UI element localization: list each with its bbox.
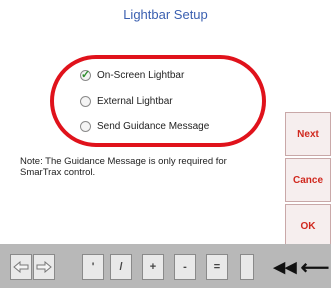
lightbar-setup-screen: Lightbar Setup On-Screen Lightbar Extern… bbox=[0, 0, 331, 288]
apostrophe-key[interactable]: ' bbox=[82, 254, 104, 280]
option-on-screen-lightbar[interactable]: On-Screen Lightbar bbox=[80, 67, 184, 83]
radio-unchecked-icon[interactable] bbox=[80, 120, 91, 132]
right-arrow-key[interactable] bbox=[33, 254, 55, 280]
next-button[interactable]: Next bbox=[285, 112, 331, 156]
ok-button[interactable]: OK bbox=[285, 204, 331, 248]
left-arrow-icon bbox=[13, 261, 29, 273]
back-all-key[interactable]: ◀◀ bbox=[272, 252, 298, 282]
cancel-button[interactable]: Cance bbox=[285, 158, 331, 202]
equals-key[interactable]: = bbox=[206, 254, 228, 280]
on-screen-keypad: ' / + - = ◀◀ ⟵ bbox=[0, 244, 331, 288]
guidance-note: Note: The Guidance Message is only requi… bbox=[20, 156, 227, 178]
blank-key[interactable] bbox=[240, 254, 254, 280]
page-title: Lightbar Setup bbox=[123, 7, 208, 22]
minus-key[interactable]: - bbox=[174, 254, 196, 280]
right-arrow-icon bbox=[36, 261, 52, 273]
lightbar-options-group: On-Screen Lightbar External Lightbar Sen… bbox=[50, 55, 266, 147]
option-external-lightbar[interactable]: External Lightbar bbox=[80, 93, 173, 109]
option-label: On-Screen Lightbar bbox=[97, 69, 185, 81]
left-arrow-key[interactable] bbox=[10, 254, 32, 280]
plus-key[interactable]: + bbox=[142, 254, 164, 280]
option-label: External Lightbar bbox=[97, 95, 173, 107]
backspace-key[interactable]: ⟵ bbox=[300, 252, 330, 282]
double-left-arrow-icon: ◀◀ bbox=[273, 259, 297, 276]
option-send-guidance-message[interactable]: Send Guidance Message bbox=[80, 118, 209, 134]
radio-checked-icon[interactable] bbox=[80, 68, 91, 81]
slash-key[interactable]: / bbox=[110, 254, 132, 280]
radio-unchecked-icon[interactable] bbox=[80, 95, 91, 107]
backspace-icon: ⟵ bbox=[300, 256, 330, 279]
option-label: Send Guidance Message bbox=[97, 120, 210, 132]
